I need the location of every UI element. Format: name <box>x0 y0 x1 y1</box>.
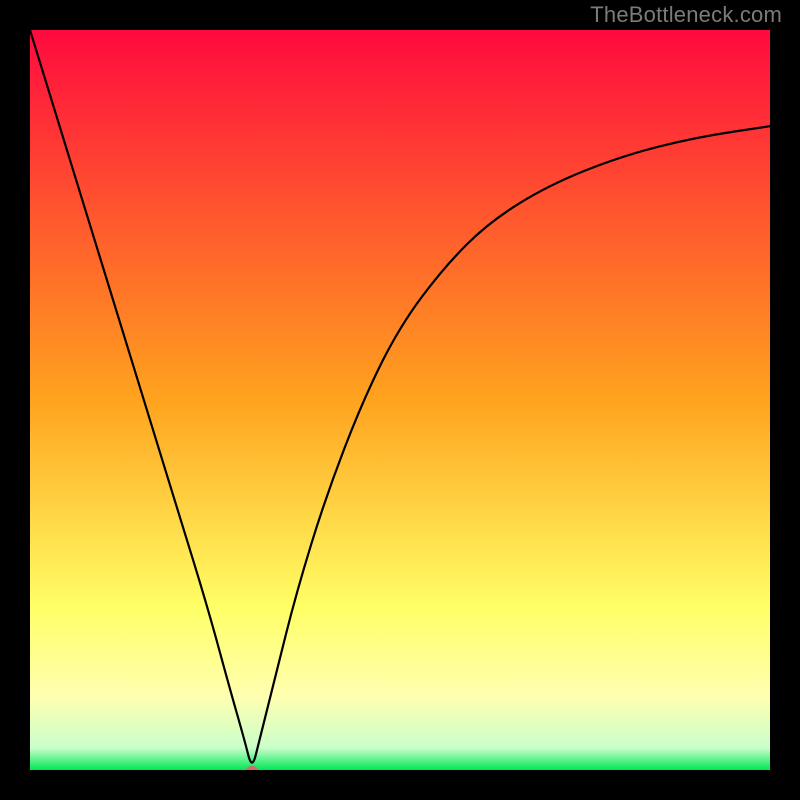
gradient-background <box>30 30 770 770</box>
chart-svg <box>30 30 770 770</box>
plot-area <box>30 30 770 770</box>
watermark-text: TheBottleneck.com <box>590 2 782 28</box>
chart-frame: TheBottleneck.com <box>0 0 800 800</box>
